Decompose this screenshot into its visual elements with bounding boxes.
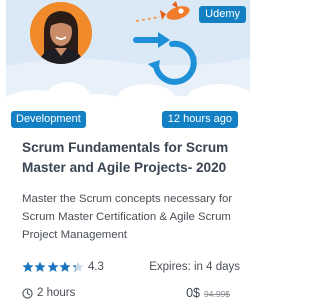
original-price: 94.99$ — [204, 289, 230, 299]
course-card[interactable]: Udemy Development 12 hours ago Scrum Fun… — [0, 0, 250, 305]
rocket-icon — [135, 1, 190, 22]
star-icon — [22, 261, 34, 272]
posted-time-badge: 12 hours ago — [161, 111, 238, 128]
provider-badge[interactable]: Udemy — [199, 6, 246, 23]
course-description: Master the Scrum concepts necessary for … — [22, 193, 233, 241]
star-icon — [47, 261, 59, 272]
course-rating: 4.3 — [22, 260, 104, 274]
star-icon — [72, 261, 84, 272]
star-icon — [59, 261, 71, 272]
category-badge[interactable]: Development — [11, 111, 86, 128]
rating-value: 4.3 — [87, 261, 104, 273]
course-price: 0$ 94.99$ — [186, 285, 230, 302]
duration-text: 2 hours — [37, 287, 76, 299]
rating-stars — [22, 261, 84, 273]
course-duration: 2 hours — [22, 286, 75, 300]
expiry-text: Expires: in 4 days — [149, 261, 240, 273]
clock-icon — [22, 287, 33, 299]
star-icon — [34, 261, 46, 272]
instructor-avatar — [30, 2, 92, 64]
course-title[interactable]: Scrum Fundamentals for Scrum Master and … — [22, 138, 244, 178]
current-price: 0$ — [186, 286, 200, 300]
